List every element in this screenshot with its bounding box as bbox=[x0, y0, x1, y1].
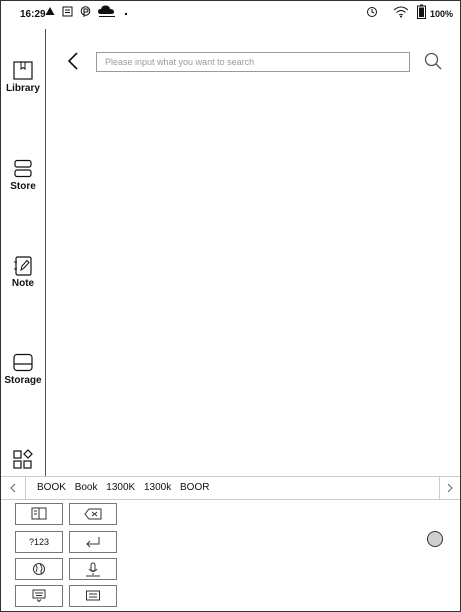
keyboard-key[interactable] bbox=[69, 585, 117, 607]
sidebar-item-library[interactable]: Library bbox=[1, 61, 45, 94]
backspace-key[interactable] bbox=[69, 503, 117, 525]
sidebar-item-note[interactable]: Note bbox=[1, 256, 45, 289]
search-icon[interactable] bbox=[424, 52, 442, 70]
sidebar-item-label: Note bbox=[11, 278, 35, 289]
suggestion-list: BOOK Book 1300K 1300k BOOR bbox=[37, 482, 215, 493]
globe-icon bbox=[33, 563, 45, 575]
home-button[interactable] bbox=[427, 531, 443, 547]
message-icon bbox=[62, 6, 73, 17]
suggestion-word[interactable]: Book bbox=[75, 482, 98, 493]
enter-icon bbox=[86, 537, 100, 548]
battery-percent: 100% bbox=[430, 9, 454, 19]
sidebar: Library Store Note Storage bbox=[1, 29, 46, 476]
status-time: 16:29 bbox=[20, 9, 46, 20]
globe-key[interactable] bbox=[15, 558, 63, 580]
voice-key[interactable] bbox=[69, 558, 117, 580]
back-button[interactable] bbox=[64, 50, 84, 72]
cloud-upload-icon bbox=[98, 5, 115, 17]
sidebar-item-label: Store bbox=[10, 181, 36, 192]
microphone-icon bbox=[86, 562, 100, 577]
battery-icon bbox=[417, 4, 426, 19]
search-input[interactable] bbox=[96, 52, 410, 72]
numbers-key[interactable]: ?123 bbox=[15, 531, 63, 553]
sidebar-item-label: Storage bbox=[4, 375, 42, 386]
keyboard-icon bbox=[86, 590, 100, 601]
wifi-icon bbox=[393, 6, 409, 18]
p-icon bbox=[80, 6, 91, 17]
suggestion-bar: BOOK Book 1300K 1300k BOOR bbox=[1, 476, 460, 500]
sidebar-item-store[interactable]: Store bbox=[1, 159, 45, 192]
sidebar-item-label: Library bbox=[6, 83, 40, 94]
sidebar-item-storage[interactable]: Storage bbox=[1, 353, 45, 386]
dot-icon bbox=[124, 12, 128, 16]
keyboard-hide-icon bbox=[32, 589, 46, 603]
suggestion-word[interactable]: BOOK bbox=[37, 482, 66, 493]
sidebar-item-apps[interactable] bbox=[1, 449, 45, 471]
storage-icon bbox=[13, 353, 33, 372]
enter-key[interactable] bbox=[69, 531, 117, 553]
note-icon bbox=[14, 256, 32, 276]
apps-icon bbox=[13, 449, 33, 469]
backspace-icon bbox=[84, 508, 102, 520]
layout-key[interactable] bbox=[15, 503, 63, 525]
status-bar: 16:29 100% bbox=[1, 1, 460, 29]
hide-keyboard-key[interactable] bbox=[15, 585, 63, 607]
alert-icon bbox=[45, 7, 55, 15]
suggestion-word[interactable]: BOOR bbox=[180, 482, 209, 493]
chevron-left-icon[interactable] bbox=[1, 477, 26, 499]
layout-icon bbox=[31, 507, 47, 520]
chevron-right-icon[interactable] bbox=[439, 477, 460, 499]
sync-icon bbox=[367, 7, 377, 17]
suggestion-word[interactable]: 1300K bbox=[106, 482, 135, 493]
suggestion-word[interactable]: 1300k bbox=[144, 482, 171, 493]
store-icon bbox=[14, 159, 32, 178]
book-icon bbox=[13, 61, 33, 80]
